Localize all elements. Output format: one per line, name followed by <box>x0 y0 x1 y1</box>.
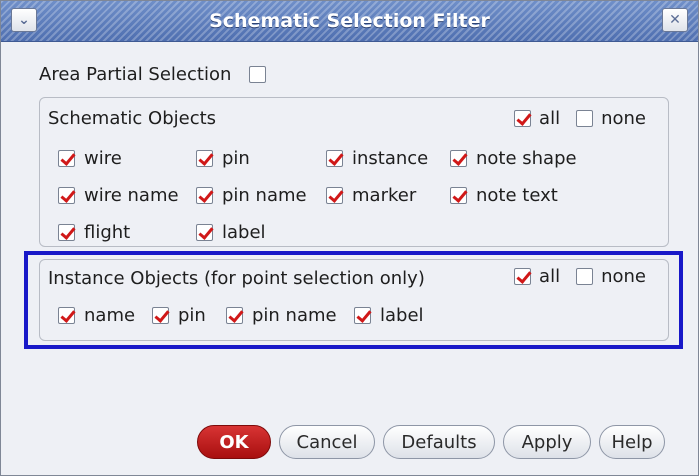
schematic-objects-group: Schematic Objects all none wire pin inst… <box>39 97 669 247</box>
option-label: pin <box>178 305 206 326</box>
apply-button[interactable]: Apply <box>503 425 591 459</box>
checkbox[interactable] <box>450 187 467 204</box>
schematic-all-none: all none <box>514 108 646 129</box>
option-label: note text <box>476 185 558 206</box>
close-icon[interactable]: ✕ <box>662 8 688 32</box>
checkbox[interactable] <box>354 307 371 324</box>
instance-objects-group: Instance Objects (for point selection on… <box>39 259 669 341</box>
checkbox[interactable] <box>326 187 343 204</box>
option-note-text[interactable]: note text <box>450 185 558 206</box>
checkbox[interactable] <box>450 150 467 167</box>
button-bar: OK Cancel Defaults Apply Help <box>197 425 665 459</box>
schematic-none-checkbox[interactable] <box>576 110 594 127</box>
option-label[interactable]: label <box>196 222 266 243</box>
schematic-none-label: none <box>601 108 646 129</box>
area-partial-row: Area Partial Selection <box>39 61 267 87</box>
instance-objects-title: Instance Objects (for point selection on… <box>48 268 425 289</box>
checkbox[interactable] <box>58 224 75 241</box>
defaults-button[interactable]: Defaults <box>383 425 495 459</box>
area-partial-label: Area Partial Selection <box>39 63 232 85</box>
option-wire[interactable]: wire <box>58 148 122 169</box>
option-label: flight <box>84 222 131 243</box>
schematic-objects-title: Schematic Objects <box>48 108 217 129</box>
option-label: pin name <box>252 305 337 326</box>
area-partial-checkbox[interactable] <box>249 65 267 83</box>
schematic-all-checkbox[interactable] <box>514 110 532 127</box>
instance-option-pin-name[interactable]: pin name <box>226 305 337 326</box>
instance-all-label: all <box>539 266 561 287</box>
instance-option-name[interactable]: name <box>58 305 135 326</box>
option-wire-name[interactable]: wire name <box>58 185 179 206</box>
checkbox[interactable] <box>58 307 75 324</box>
checkbox[interactable] <box>152 307 169 324</box>
window-title: Schematic Selection Filter <box>209 10 490 32</box>
checkbox[interactable] <box>226 307 243 324</box>
checkbox[interactable] <box>196 187 213 204</box>
instance-all-none: all none <box>514 266 646 287</box>
option-label: wire name <box>84 185 179 206</box>
option-flight[interactable]: flight <box>58 222 130 243</box>
dialog-window: ⌄ Schematic Selection Filter ✕ Area Part… <box>0 0 699 476</box>
option-label: marker <box>352 185 417 206</box>
option-label: note shape <box>476 148 577 169</box>
instance-option-label[interactable]: label <box>354 305 424 326</box>
option-label: wire <box>84 148 122 169</box>
help-button[interactable]: Help <box>599 425 665 459</box>
option-label: pin name <box>222 185 307 206</box>
checkbox[interactable] <box>196 150 213 167</box>
option-label: instance <box>352 148 429 169</box>
cancel-button[interactable]: Cancel <box>279 425 375 459</box>
option-label: name <box>84 305 136 326</box>
option-marker[interactable]: marker <box>326 185 416 206</box>
option-pin[interactable]: pin <box>196 148 250 169</box>
checkbox[interactable] <box>196 224 213 241</box>
checkbox[interactable] <box>58 187 75 204</box>
title-bar: ⌄ Schematic Selection Filter ✕ <box>1 1 698 42</box>
schematic-all-label: all <box>539 108 561 129</box>
option-note-shape[interactable]: note shape <box>450 148 577 169</box>
option-label: pin <box>222 148 250 169</box>
option-label: label <box>222 222 266 243</box>
checkbox[interactable] <box>326 150 343 167</box>
instance-none-label: none <box>601 266 646 287</box>
option-instance[interactable]: instance <box>326 148 428 169</box>
option-pin-name[interactable]: pin name <box>196 185 307 206</box>
ok-button[interactable]: OK <box>197 425 271 459</box>
checkbox[interactable] <box>58 150 75 167</box>
instance-none-checkbox[interactable] <box>576 268 594 285</box>
instance-option-pin[interactable]: pin <box>152 305 206 326</box>
instance-all-checkbox[interactable] <box>514 268 532 285</box>
option-label: label <box>380 305 424 326</box>
